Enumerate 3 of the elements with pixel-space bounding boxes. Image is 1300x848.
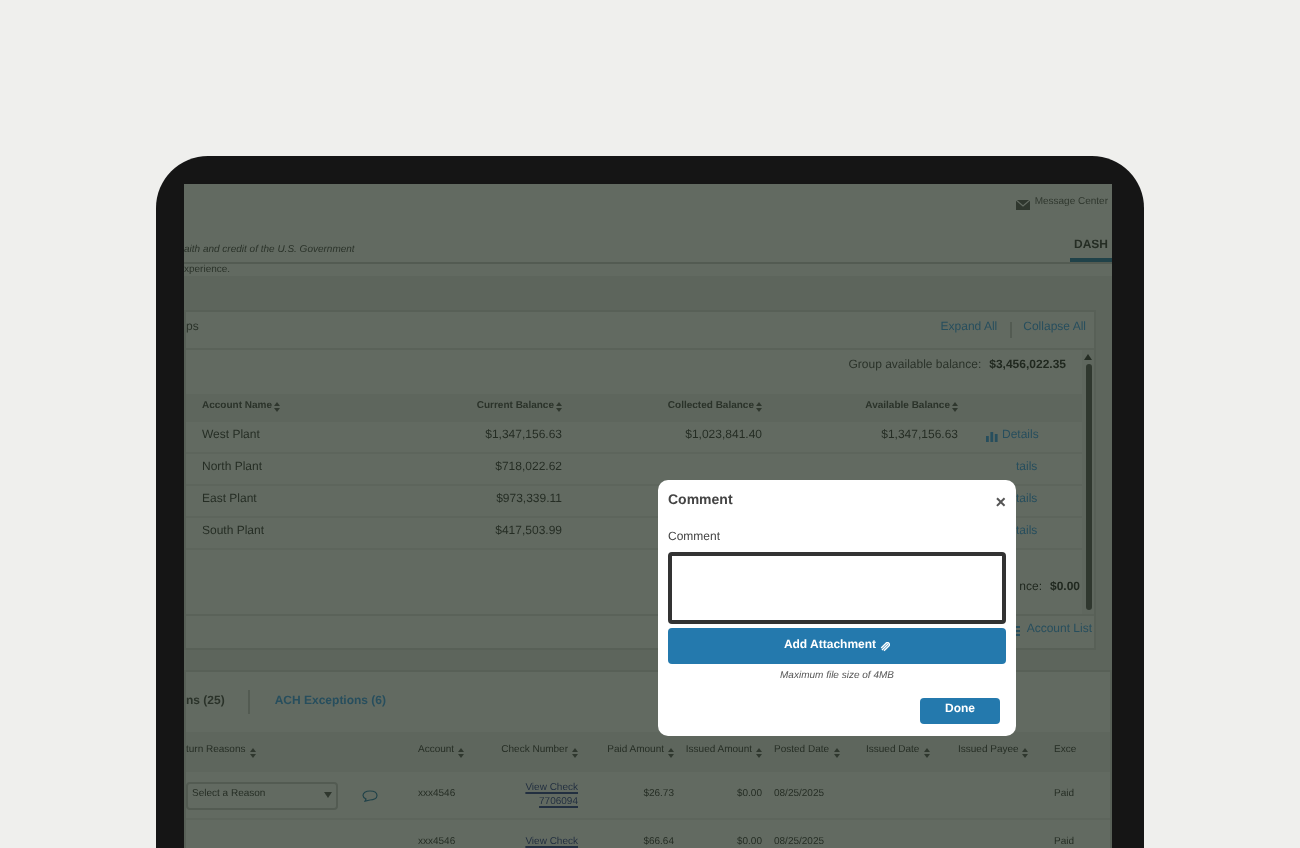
comment-field[interactable] <box>668 552 1006 624</box>
paperclip-icon <box>880 641 891 651</box>
close-button[interactable]: × <box>995 493 1006 511</box>
